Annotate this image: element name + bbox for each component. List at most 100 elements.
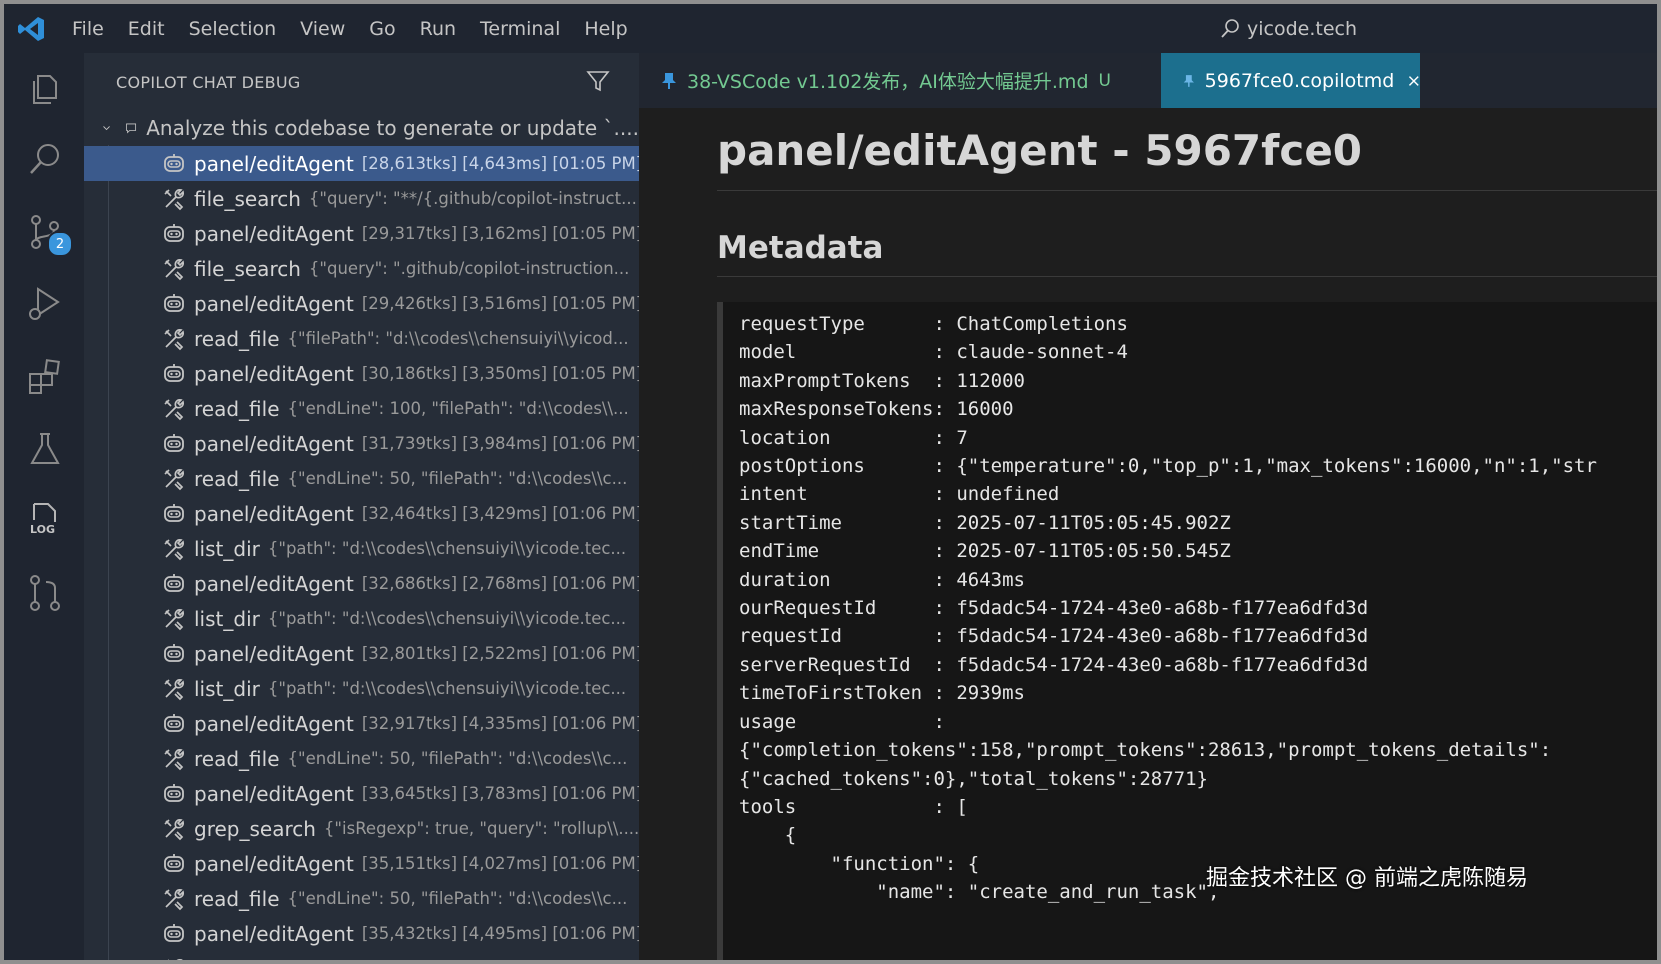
filter-icon[interactable] xyxy=(586,69,610,93)
pull-requests-icon[interactable] xyxy=(24,572,66,614)
debug-entry-row[interactable]: panel/editAgent [29,317tks] [3,162ms] [01… xyxy=(84,216,639,251)
debug-entry-row[interactable]: panel/editAgent [32,686tks] [2,768ms] [01… xyxy=(84,566,639,601)
git-status-badge: U xyxy=(1098,70,1111,91)
menu-view[interactable]: View xyxy=(300,18,345,40)
agent-icon xyxy=(162,432,186,456)
entry-detail: {"query": "**/{.github/copilot-instruct.… xyxy=(308,189,637,208)
debug-entry-row[interactable]: panel/editAgent [33,645tks] [3,783ms] [01… xyxy=(84,776,639,811)
entry-name: panel/editAgent xyxy=(194,361,354,386)
debug-entry-row[interactable]: file_search {"query": "**/{.github/copilo… xyxy=(84,181,639,216)
entry-name: read_file xyxy=(194,957,280,961)
tool-icon xyxy=(162,397,186,421)
entry-detail: {"endLine": 50, "filePath": "d:\\codes\\… xyxy=(287,469,628,488)
entry-detail: [32,801tks] [2,522ms] [01:06 PM] xyxy=(361,644,639,663)
tree-root-request[interactable]: Analyze this codebase to generate or upd… xyxy=(84,110,639,145)
entry-detail: {"isRegexp": true, "query": "rollup\\...… xyxy=(323,819,639,838)
entry-name: panel/editAgent xyxy=(194,221,354,246)
entry-detail: {"endLine": 30, "filePath": "d:\\codes\\… xyxy=(288,959,619,960)
debug-entry-row[interactable]: list_dir {"path": "d:\\codes\\chensuiyi\\… xyxy=(84,671,639,706)
debug-entry-row[interactable]: panel/editAgent [35,432tks] [4,495ms] [01… xyxy=(84,916,639,951)
entry-detail: [28,613tks] [4,643ms] [01:05 PM] xyxy=(361,154,639,173)
run-debug-icon[interactable] xyxy=(24,283,66,325)
entry-detail: {"endLine": 100, "filePath": "d:\\codes\… xyxy=(287,399,629,418)
search-view-icon[interactable] xyxy=(24,138,66,180)
debug-entry-row[interactable]: panel/editAgent [32,464tks] [3,429ms] [01… xyxy=(84,496,639,531)
debug-entry-row[interactable]: panel/editAgent [35,151tks] [4,027ms] [01… xyxy=(84,846,639,881)
entry-detail: [31,739tks] [3,984ms] [01:06 PM] xyxy=(361,434,639,453)
tab-label: 38-VSCode v1.102发布，AI体验大幅提升.md xyxy=(687,71,1089,93)
entry-detail: {"path": "d:\\codes\\chensuiyi\\yicode.t… xyxy=(267,679,627,698)
command-center-search[interactable]: yicode.tech xyxy=(1219,15,1357,43)
close-icon[interactable] xyxy=(1408,73,1420,89)
entry-detail: {"endLine": 50, "filePath": "d:\\codes\\… xyxy=(287,889,628,908)
menu-edit[interactable]: Edit xyxy=(128,18,165,40)
entry-name: file_search xyxy=(194,186,301,211)
testing-icon[interactable] xyxy=(24,428,66,470)
entry-name: panel/editAgent xyxy=(194,711,354,736)
sidebar-title: COPILOT CHAT DEBUG xyxy=(116,73,301,92)
agent-icon xyxy=(162,782,186,806)
entry-name: panel/editAgent xyxy=(194,781,354,806)
entry-name: panel/editAgent xyxy=(194,851,354,876)
debug-entry-row[interactable]: read_file {"endLine": 50, "filePath": "d:… xyxy=(84,881,639,916)
extensions-icon[interactable] xyxy=(24,356,66,398)
entry-name: read_file xyxy=(194,886,280,911)
log-view-icon[interactable]: LOG xyxy=(24,500,66,542)
explorer-icon[interactable] xyxy=(24,68,66,110)
entry-name: list_dir xyxy=(194,536,260,561)
debug-entry-row[interactable]: read_file {"filePath": "d:\\codes\\chensu… xyxy=(84,321,639,356)
search-icon xyxy=(1221,19,1239,38)
menu-selection[interactable]: Selection xyxy=(189,18,277,40)
debug-entry-row[interactable]: panel/editAgent [30,186tks] [3,350ms] [01… xyxy=(84,356,639,391)
debug-entry-row[interactable]: read_file {"endLine": 50, "filePath": "d:… xyxy=(84,741,639,776)
entry-detail: [30,186tks] [3,350ms] [01:05 PM] xyxy=(361,364,639,383)
tab-copilotmd[interactable]: 5967fce0.copilotmd xyxy=(1161,53,1420,108)
debug-entry-row[interactable]: read_file {"endLine": 30, "filePath": "d:… xyxy=(84,951,639,961)
debug-entry-row[interactable]: file_search {"query": ".github/copilot-in… xyxy=(84,251,639,286)
debug-entry-row[interactable]: list_dir {"path": "d:\\codes\\chensuiyi\\… xyxy=(84,531,639,566)
chevron-down-icon[interactable] xyxy=(102,119,111,137)
entry-detail: [32,464tks] [3,429ms] [01:06 PM] xyxy=(361,504,639,523)
chat-icon xyxy=(126,123,137,134)
tool-icon xyxy=(162,607,186,631)
agent-icon xyxy=(162,712,186,736)
tool-icon xyxy=(162,187,186,211)
entry-name: panel/editAgent xyxy=(194,641,354,666)
menu-go[interactable]: Go xyxy=(369,18,395,40)
agent-icon xyxy=(162,362,186,386)
tab-label: 5967fce0.copilotmd xyxy=(1204,69,1395,92)
agent-icon xyxy=(162,642,186,666)
debug-entry-row[interactable]: panel/editAgent [32,917tks] [4,335ms] [01… xyxy=(84,706,639,741)
menu-run[interactable]: Run xyxy=(420,18,456,40)
tree-root-label: Analyze this codebase to generate or upd… xyxy=(146,115,639,140)
debug-entry-row[interactable]: read_file {"endLine": 100, "filePath": "d… xyxy=(84,391,639,426)
tab-markdown-file[interactable]: 38-VSCode v1.102发布，AI体验大幅提升.md U xyxy=(639,53,1161,108)
section-heading: Metadata xyxy=(717,230,884,266)
debug-entry-row[interactable]: panel/editAgent [32,801tks] [2,522ms] [01… xyxy=(84,636,639,671)
debug-entry-row[interactable]: panel/editAgent [31,739tks] [3,984ms] [01… xyxy=(84,426,639,461)
menu-terminal[interactable]: Terminal xyxy=(480,18,560,40)
entry-name: read_file xyxy=(194,466,280,491)
menu-file[interactable]: File xyxy=(72,18,104,40)
activity-bar: 2 LOG xyxy=(4,53,84,960)
entry-name: read_file xyxy=(194,396,280,421)
debug-entry-row[interactable]: list_dir {"path": "d:\\codes\\chensuiyi\\… xyxy=(84,601,639,636)
debug-entry-row[interactable]: read_file {"endLine": 50, "filePath": "d:… xyxy=(84,461,639,496)
divider xyxy=(717,190,1657,191)
menu-help[interactable]: Help xyxy=(584,18,627,40)
entry-name: read_file xyxy=(194,746,280,771)
entry-detail: [35,151tks] [4,027ms] [01:06 PM] xyxy=(361,854,639,873)
debug-entry-row[interactable]: panel/editAgent [28,613tks] [4,643ms] [01… xyxy=(84,146,639,181)
agent-icon xyxy=(162,292,186,316)
editor-tab-bar: 38-VSCode v1.102发布，AI体验大幅提升.md U 5967fce… xyxy=(639,53,1657,108)
pin-icon xyxy=(662,72,676,89)
vscode-logo-icon xyxy=(18,17,44,41)
scm-badge: 2 xyxy=(47,231,73,257)
debug-entry-row[interactable]: grep_search {"isRegexp": true, "query": "… xyxy=(84,811,639,846)
tool-icon xyxy=(162,257,186,281)
entry-name: read_file xyxy=(194,326,280,351)
debug-entry-row[interactable]: panel/editAgent [29,426tks] [3,516ms] [01… xyxy=(84,286,639,321)
markdown-preview: panel/editAgent - 5967fce0 Metadata requ… xyxy=(639,108,1657,960)
vscode-window: File Edit Selection View Go Run Terminal… xyxy=(0,0,1661,964)
metadata-code: requestType : ChatCompletions model : cl… xyxy=(739,313,1597,904)
